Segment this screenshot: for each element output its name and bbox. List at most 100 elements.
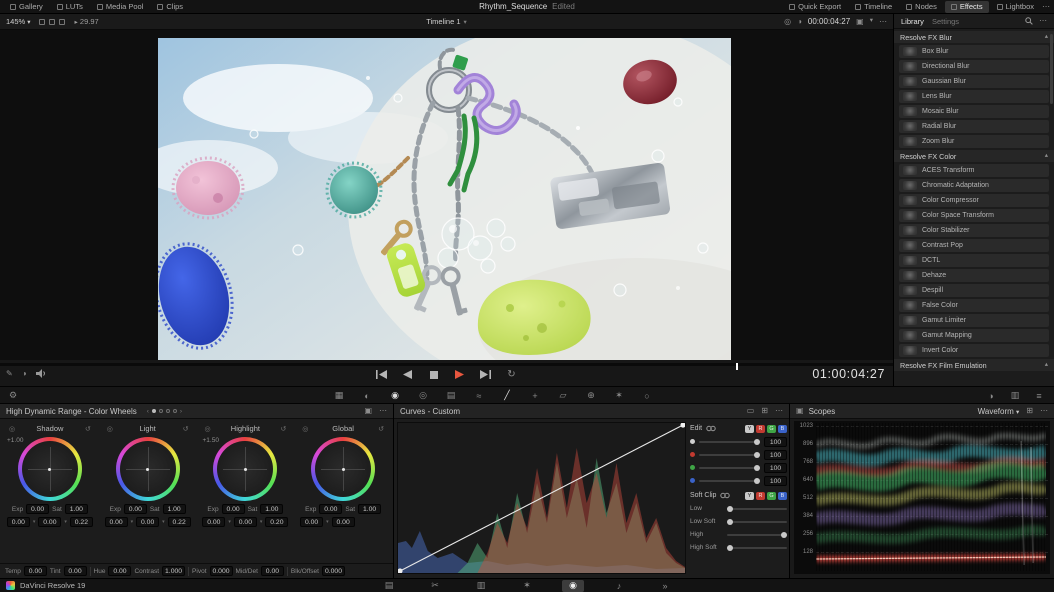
sat-value[interactable]: 1.00 — [260, 504, 283, 514]
camera-icon[interactable]: ▣ — [856, 18, 864, 26]
camera-raw-icon[interactable]: ▦ — [332, 389, 346, 402]
color-page-button[interactable]: ◉ — [562, 580, 584, 592]
mixer-icon[interactable]: ≡ — [1032, 389, 1046, 402]
blkoffset-value[interactable]: 0.000 — [322, 566, 345, 576]
fx-item-false-color[interactable]: False Color — [899, 299, 1049, 312]
exp-value[interactable]: 0.00 — [124, 504, 147, 514]
pivot-value[interactable]: 0.000 — [210, 566, 233, 576]
channel-r-button[interactable]: R — [756, 425, 765, 433]
panel-options-icon[interactable]: ⋯ — [775, 407, 783, 415]
wheel-x-value[interactable]: 0.00 — [7, 517, 30, 527]
power-window-icon[interactable]: ▱ — [556, 389, 570, 402]
nav-left-icon[interactable]: ‹ — [147, 408, 149, 415]
wheel-x-value[interactable]: 0.00 — [300, 517, 323, 527]
fx-item-despill[interactable]: Despill — [899, 284, 1049, 297]
fx-item-mosaic-blur[interactable]: Mosaic Blur — [899, 105, 1049, 118]
loop-icon[interactable]: ↻ — [505, 369, 519, 380]
zoom-select[interactable]: 145% ▾ — [6, 17, 31, 26]
sat-value[interactable]: 1.00 — [65, 504, 88, 514]
falloff-value[interactable]: +1.50 — [203, 437, 219, 444]
scope-mode-select[interactable]: Waveform ▾ — [978, 407, 1020, 416]
nav-dot[interactable] — [166, 409, 170, 413]
channel-g-button[interactable]: G — [767, 425, 776, 433]
target-icon[interactable]: ◎ — [107, 425, 113, 433]
contrast-value[interactable]: 1.000 — [162, 566, 185, 576]
panel-options-icon[interactable]: ⋯ — [379, 407, 387, 415]
bypass-grade-icon[interactable]: ◎ — [784, 18, 791, 26]
wheel-y-value[interactable]: 0.00 — [38, 517, 61, 527]
split-viewer-icon[interactable] — [49, 19, 55, 25]
stop-button[interactable] — [427, 369, 441, 380]
exp-value[interactable]: 0.00 — [319, 504, 342, 514]
timeline-selector[interactable]: Timeline 1 ▾ — [426, 17, 467, 26]
clips-button[interactable]: Clips — [151, 1, 189, 13]
fx-item-gamut-mapping[interactable]: Gamut Mapping — [899, 329, 1049, 342]
cut-page-button[interactable]: ✂ — [424, 580, 446, 592]
magic-mask-icon[interactable]: ✶ — [612, 389, 626, 402]
softclip-b-button[interactable]: B — [778, 492, 787, 500]
fx-item-contrast-pop[interactable]: Contrast Pop — [899, 239, 1049, 252]
scopes-toggle-icon[interactable]: ▥ — [1008, 389, 1022, 402]
panel-expand-icon[interactable]: ▣ — [364, 407, 372, 415]
tab-library[interactable]: Library — [901, 17, 924, 26]
effects-button[interactable]: Effects — [945, 1, 989, 13]
grid-viewer-icon[interactable] — [59, 19, 65, 25]
g-gain-value[interactable]: 100 — [764, 463, 787, 473]
low-soft-slider[interactable] — [727, 521, 787, 523]
channel-y-button[interactable]: Y — [745, 425, 754, 433]
r-gain-value[interactable]: 100 — [764, 450, 787, 460]
channel-b-button[interactable]: B — [778, 425, 787, 433]
y-gain-slider[interactable] — [699, 441, 760, 443]
nav-dot[interactable] — [152, 409, 156, 413]
global-color-wheel[interactable] — [311, 437, 375, 501]
fusion-page-button[interactable]: ✶ — [516, 580, 538, 592]
wheel-z-value[interactable]: 0.22 — [168, 517, 191, 527]
chevron-down-icon[interactable]: ▾ — [870, 18, 873, 25]
more-options-icon[interactable]: ⋯ — [879, 18, 887, 26]
play-reverse-button[interactable] — [401, 369, 415, 380]
gallery-button[interactable]: Gallery — [4, 1, 49, 13]
effects-scrollbar[interactable] — [1050, 34, 1053, 104]
sat-value[interactable]: 1.00 — [163, 504, 186, 514]
motion-effects-icon[interactable]: ≈ — [472, 389, 486, 402]
deliver-page-button[interactable]: » — [654, 580, 676, 592]
section-resolve-fx-film-emulation[interactable]: Resolve FX Film Emulation▴ — [894, 359, 1054, 371]
fx-item-color-stabilizer[interactable]: Color Stabilizer — [899, 224, 1049, 237]
hdr-wheels-icon[interactable]: ◎ — [416, 389, 430, 402]
target-icon[interactable]: ◎ — [302, 425, 308, 433]
fx-item-color-compressor[interactable]: Color Compressor — [899, 194, 1049, 207]
reset-icon[interactable]: ↺ — [280, 425, 286, 433]
tint-value[interactable]: 0.00 — [64, 566, 87, 576]
edit-page-button[interactable]: ▥ — [470, 580, 492, 592]
media-page-button[interactable]: ▤ — [378, 580, 400, 592]
color-match-icon[interactable]: ◐ — [360, 389, 374, 402]
wheel-z-value[interactable]: 0.20 — [265, 517, 288, 527]
shadow-color-wheel[interactable] — [18, 437, 82, 501]
fx-item-invert-color[interactable]: Invert Color — [899, 344, 1049, 357]
single-viewer-icon[interactable] — [39, 19, 45, 25]
fx-item-box-blur[interactable]: Box Blur — [899, 45, 1049, 58]
softclip-g-button[interactable]: G — [767, 492, 776, 500]
g-gain-slider[interactable] — [699, 467, 760, 469]
nav-dot[interactable] — [159, 409, 163, 413]
fx-item-gaussian-blur[interactable]: Gaussian Blur — [899, 75, 1049, 88]
panel-options-icon[interactable]: ⋯ — [1040, 407, 1048, 415]
wipe-icon[interactable]: ◑ — [797, 18, 802, 26]
tracker-icon[interactable]: ⊕ — [584, 389, 598, 402]
b-gain-slider[interactable] — [699, 480, 760, 482]
nav-dot[interactable] — [173, 409, 177, 413]
tab-settings[interactable]: Settings — [932, 17, 959, 26]
reset-icon[interactable]: ↺ — [378, 425, 384, 433]
wheel-z-value[interactable]: 0.22 — [70, 517, 93, 527]
fx-item-zoom-blur[interactable]: Zoom Blur — [899, 135, 1049, 148]
reset-icon[interactable]: ↺ — [183, 425, 189, 433]
lightbox-button[interactable]: Lightbox — [991, 1, 1040, 13]
sat-value[interactable]: 1.00 — [358, 504, 381, 514]
falloff-value[interactable]: +1.00 — [7, 437, 23, 444]
wheel-y-value[interactable]: 0.00 — [234, 517, 257, 527]
scopes-expand-icon[interactable]: ▣ — [796, 407, 804, 415]
reset-icon[interactable]: ↺ — [85, 425, 91, 433]
fx-item-gamut-limiter[interactable]: Gamut Limiter — [899, 314, 1049, 327]
fx-item-color-space-transform[interactable]: Color Space Transform — [899, 209, 1049, 222]
y-gain-value[interactable]: 100 — [764, 437, 787, 447]
